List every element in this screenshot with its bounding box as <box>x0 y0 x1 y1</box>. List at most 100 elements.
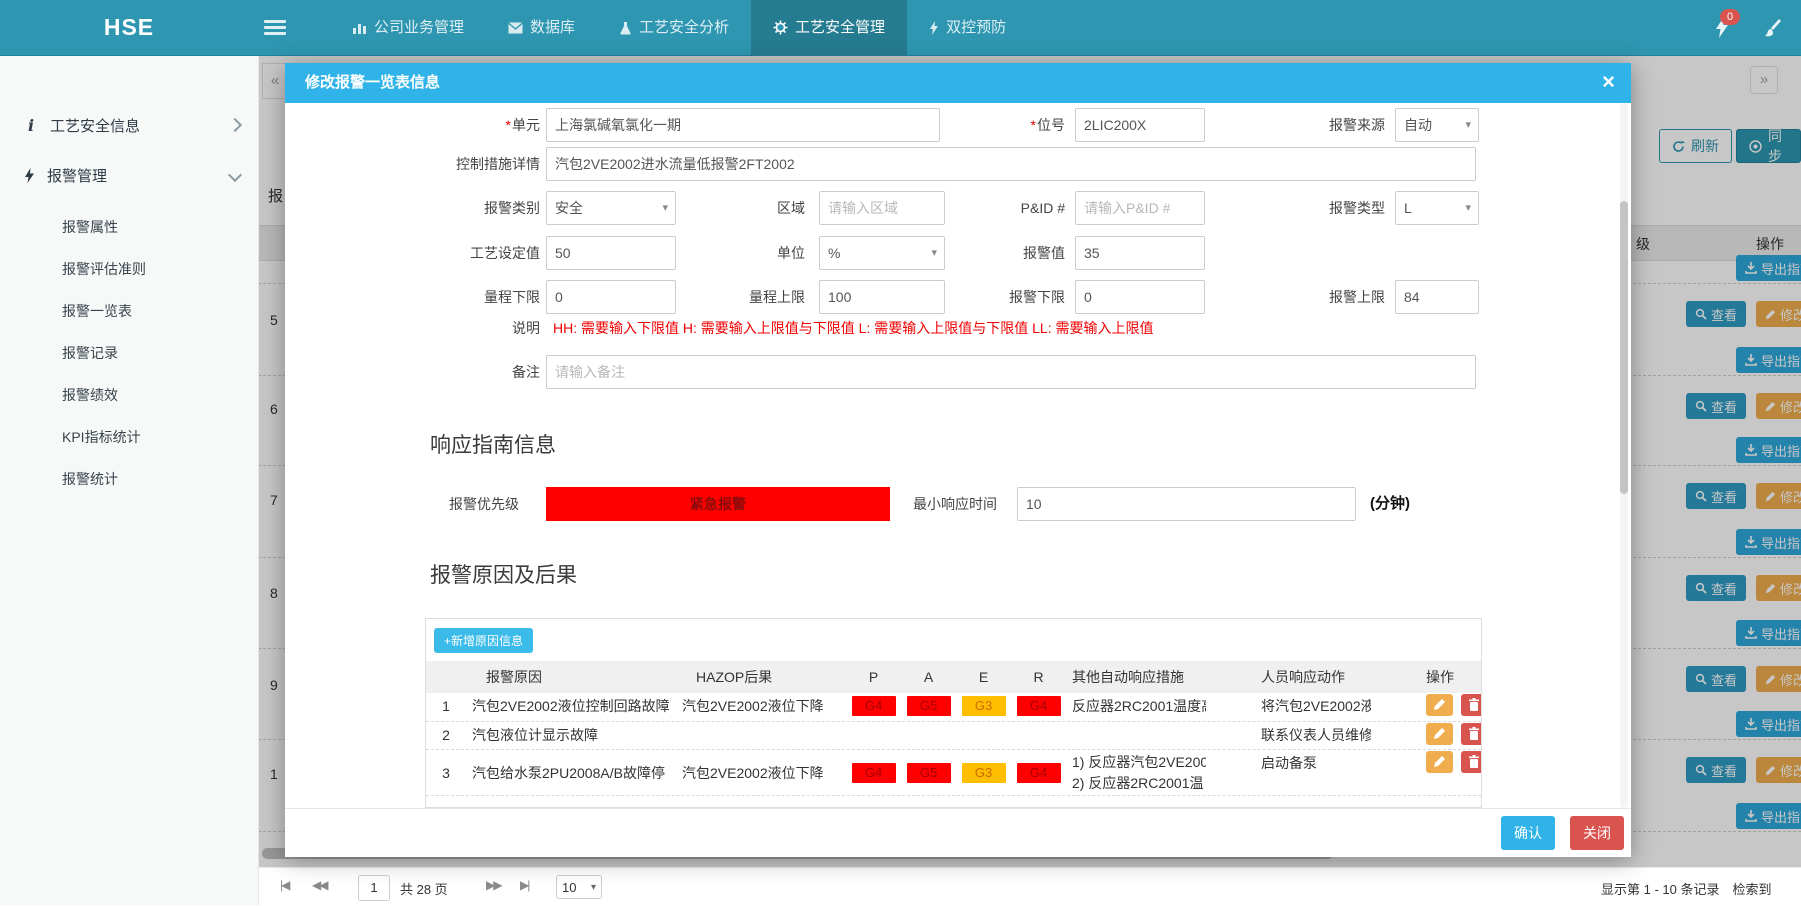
tag-label: *位号 <box>885 108 1065 142</box>
close-icon[interactable]: × <box>1602 63 1615 103</box>
delete-cause-button[interactable] <box>1461 694 1481 716</box>
sidebar-item-alarm-statistics[interactable]: 报警统计 <box>0 458 258 500</box>
chevron-down-icon: ▾ <box>1465 192 1471 224</box>
col-a: A <box>901 669 956 685</box>
response-guide-heading: 响应指南信息 <box>430 429 556 459</box>
alarm-low-label: 报警下限 <box>885 280 1065 314</box>
severity-badge-p: G4 <box>852 696 896 716</box>
col-r: R <box>1011 669 1066 685</box>
alarm-type-select[interactable]: L▾ <box>1395 191 1479 225</box>
alarm-value-input[interactable] <box>1075 236 1205 270</box>
add-cause-button[interactable]: +新增原因信息 <box>434 628 533 653</box>
top-navbar: HSE 公司业务管理 数据库 工艺安全分析 工艺安全管理 双控预防 0 <box>0 0 1801 56</box>
brush-icon[interactable] <box>1763 18 1781 37</box>
close-button[interactable]: 关闭 <box>1570 816 1624 850</box>
auto-response-cell: 1) 反应器汽包2VE200 2) 反应器2RC2001温 <box>1066 752 1206 794</box>
severity-badge-r: G4 <box>1017 696 1061 716</box>
edit-cause-button[interactable] <box>1426 751 1453 773</box>
severity-badge-p: G4 <box>852 763 896 783</box>
sidebar: i 工艺安全信息 报警管理 报警属性 报警评估准则 报警一览表 报警记录 报警绩… <box>0 55 259 905</box>
personnel-action-cell: 启动备泵 <box>1206 750 1371 773</box>
remark-label: 备注 <box>285 355 540 389</box>
sidebar-item-alarm-attributes[interactable]: 报警属性 <box>0 206 258 248</box>
edit-cause-button[interactable] <box>1426 694 1453 716</box>
chevron-down-icon <box>228 168 242 182</box>
nav-item-analysis[interactable]: 工艺安全分析 <box>597 0 751 55</box>
lightning-icon <box>929 21 939 35</box>
current-page-box[interactable]: 1 <box>358 875 390 901</box>
alert-count-badge: 0 <box>1720 9 1740 25</box>
row-separator <box>426 795 1481 796</box>
chevron-down-icon: ▾ <box>591 882 596 893</box>
alarm-category-label: 报警类别 <box>285 191 540 225</box>
sidebar-item-alarm-list[interactable]: 报警一览表 <box>0 290 258 332</box>
pagination-bar: |◀ ◀◀ 1 共 28 页 ▶▶ ▶| 10 ▾ 显示第 1 - 10 条记录… <box>258 867 1801 906</box>
nav-item-safety-mgmt[interactable]: 工艺安全管理 <box>751 0 907 55</box>
delete-cause-button[interactable] <box>1461 723 1481 745</box>
alarm-source-select[interactable]: 自动▾ <box>1395 108 1479 142</box>
confirm-button[interactable]: 确认 <box>1501 816 1555 850</box>
min-response-time-label: 最小响应时间 <box>815 487 997 521</box>
cause-row: 1 汽包2VE2002液位控制回路故障 汽包2VE2002液位下降 G4 G5 … <box>426 693 1481 719</box>
severity-badge-r: G4 <box>1017 763 1061 783</box>
alerts-icon[interactable]: 0 <box>1715 18 1729 38</box>
area-label: 区域 <box>615 191 805 225</box>
sidebar-item-alarm-records[interactable]: 报警记录 <box>0 332 258 374</box>
min-response-time-input[interactable] <box>1017 487 1356 521</box>
chevron-down-icon: ▾ <box>1465 109 1471 141</box>
cause-cell: 汽包液位计显示故障 <box>466 725 676 745</box>
unit-input[interactable] <box>546 108 940 142</box>
sidebar-item-kpi-statistics[interactable]: KPI指标统计 <box>0 416 258 458</box>
causes-table-header: 报警原因 HAZOP后果 P A E R 其他自动响应措施 人员响应动作 操作 <box>426 661 1481 693</box>
alarm-source-label: 报警来源 <box>1205 108 1385 142</box>
modal-scrollbar-thumb[interactable] <box>1620 201 1628 494</box>
personnel-action-cell: 将汽包2VE2002液位 <box>1206 696 1371 716</box>
remark-input[interactable] <box>546 355 1476 389</box>
nav-item-database[interactable]: 数据库 <box>486 0 597 55</box>
lightning-icon <box>24 168 35 183</box>
sidebar-item-alarm-performance[interactable]: 报警绩效 <box>0 374 258 416</box>
range-low-label: 量程下限 <box>285 280 540 314</box>
alarm-low-input[interactable] <box>1075 280 1205 314</box>
sidebar-group-alarm-management[interactable]: 报警管理 <box>0 150 258 200</box>
col-p: P <box>846 669 901 685</box>
menu-icon[interactable] <box>262 17 288 37</box>
next-page-button[interactable]: ▶▶ <box>486 878 500 892</box>
page-size-select[interactable]: 10 ▾ <box>556 875 602 899</box>
unit-label: *单元 <box>285 108 540 142</box>
modal-body: *单元 *位号 报警来源 自动▾ 控制措施详情 报警类别 安全▾ 区域 P&ID… <box>285 103 1631 808</box>
nav-item-company[interactable]: 公司业务管理 <box>330 0 486 55</box>
alarm-high-input[interactable] <box>1395 280 1479 314</box>
delete-cause-button[interactable] <box>1461 751 1481 773</box>
app-logo: HSE <box>0 0 258 55</box>
measure-unit-label: 单位 <box>615 236 805 270</box>
severity-badge-a: G5 <box>907 696 951 716</box>
last-page-button[interactable]: ▶| <box>520 878 528 892</box>
col-action: 人员响应动作 <box>1206 667 1371 687</box>
envelope-icon <box>508 22 523 34</box>
modal-title: 修改报警一览表信息 <box>305 63 440 103</box>
first-page-button[interactable]: |◀ <box>280 878 288 892</box>
sidebar-submenu: 报警属性 报警评估准则 报警一览表 报警记录 报警绩效 KPI指标统计 报警统计 <box>0 200 258 500</box>
sidebar-item-alarm-criteria[interactable]: 报警评估准则 <box>0 248 258 290</box>
severity-badge-a: G5 <box>907 763 951 783</box>
tag-input[interactable] <box>1075 108 1205 142</box>
control-measure-input[interactable] <box>546 147 1476 181</box>
alarm-high-label: 报警上限 <box>1205 280 1385 314</box>
col-hazop: HAZOP后果 <box>676 667 846 687</box>
prev-page-button[interactable]: ◀◀ <box>312 878 326 892</box>
nav-item-dual-control[interactable]: 双控预防 <box>907 0 1028 55</box>
modal-footer: 确认 关闭 <box>285 808 1631 857</box>
note-label: 说明 <box>285 318 540 338</box>
pid-input[interactable] <box>1075 191 1205 225</box>
severity-badge-e: G3 <box>962 696 1006 716</box>
edit-cause-button[interactable] <box>1426 723 1453 745</box>
causes-heading: 报警原因及后果 <box>430 559 577 589</box>
severity-badge-e: G3 <box>962 763 1006 783</box>
range-high-label: 量程上限 <box>615 280 805 314</box>
alarm-value-label: 报警值 <box>885 236 1065 270</box>
sidebar-group-process-safety-info[interactable]: i 工艺安全信息 <box>0 100 258 150</box>
total-pages-label: 共 28 页 <box>400 879 448 898</box>
main-menu: 公司业务管理 数据库 工艺安全分析 工艺安全管理 双控预防 <box>330 0 1028 55</box>
cause-row: 3 汽包给水泵2PU2008A/B故障停 汽包2VE2002液位下降 G4 G5… <box>426 749 1481 796</box>
